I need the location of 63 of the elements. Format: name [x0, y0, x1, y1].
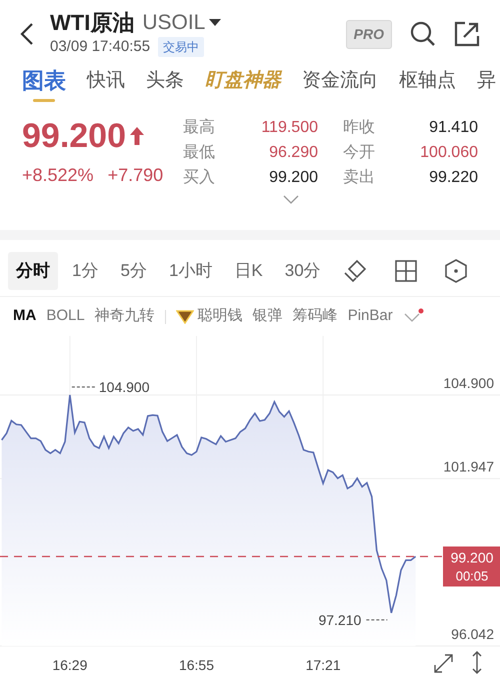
period-tab[interactable]: 1小时	[160, 252, 220, 290]
stat-label: 卖出	[342, 168, 376, 188]
tab[interactable]: 枢轴点	[399, 66, 456, 96]
axis-label: 101.947	[443, 458, 494, 475]
caret-icon	[209, 18, 222, 27]
high-price-label: 104.900	[98, 378, 150, 395]
status-badge: 交易中	[158, 37, 204, 57]
change-value: +7.790	[108, 164, 164, 187]
indicator-tab[interactable]: 聪明钱	[176, 305, 243, 328]
indicator-tab[interactable]: 银弹	[252, 305, 283, 328]
current-price-label: 99.200	[450, 550, 494, 566]
low-price-label: 97.210	[318, 612, 362, 628]
settings-icon[interactable]	[444, 259, 467, 283]
period-tab[interactable]: 分时	[8, 252, 58, 290]
symbol-dropdown[interactable]: USOIL	[142, 10, 222, 36]
last-price: 99.200	[22, 116, 126, 156]
vertical-scale-icon[interactable]	[472, 651, 482, 674]
share-icon[interactable]	[454, 21, 480, 47]
stat-value: 100.060	[419, 143, 478, 163]
indicator-tab[interactable]: PinBar	[348, 305, 393, 328]
price-tag-background	[443, 546, 500, 586]
indicator-tab[interactable]: BOLL	[46, 305, 85, 328]
stat-label: 买入	[183, 168, 216, 188]
period-tab[interactable]: 1分	[64, 252, 106, 290]
instrument-title: WTI原油	[50, 10, 134, 36]
back-icon[interactable]	[20, 22, 34, 46]
axis-label: 104.900	[443, 374, 494, 391]
diamond-icon	[176, 310, 194, 324]
period-tab[interactable]: 日K	[226, 252, 271, 290]
stat-value: 91.410	[428, 118, 478, 138]
stat-value: 96.290	[268, 143, 318, 163]
axis-label: 96.042	[451, 626, 494, 642]
tab[interactable]: 异	[477, 66, 496, 96]
search-icon[interactable]	[410, 21, 436, 47]
axis-label: 17:21	[306, 657, 341, 673]
timestamp: 03/09 17:40:55	[50, 36, 150, 57]
period-tab[interactable]: 5分	[112, 252, 155, 290]
change-percent: +8.522%	[22, 164, 94, 187]
stat-value: 119.500	[260, 118, 318, 138]
indicator-tab[interactable]: MA	[13, 305, 36, 328]
stat-label: 昨收	[342, 118, 376, 138]
countdown-label: 00:05	[456, 568, 488, 584]
stat-label: 最低	[183, 143, 216, 163]
axis-label: 16:55	[178, 657, 214, 673]
pro-badge[interactable]: PRO	[346, 20, 392, 48]
tab[interactable]: 图表	[22, 66, 66, 102]
indicator-tab[interactable]: 筹码峰	[292, 305, 338, 328]
stat-value: 99.200	[268, 168, 318, 188]
stat-label: 今开	[342, 143, 376, 163]
leader-line	[71, 386, 96, 388]
stat-label: 最高	[183, 118, 216, 138]
tab[interactable]: 资金流向	[302, 66, 378, 96]
expand-chevron-icon[interactable]	[282, 195, 298, 204]
indicator-tab[interactable]: 神奇九转	[94, 305, 155, 328]
grid-layout-icon[interactable]	[394, 260, 417, 282]
tab[interactable]: 头条	[146, 66, 184, 96]
stat-value: 99.220	[428, 168, 478, 188]
drawing-tool-icon[interactable]	[342, 259, 367, 283]
fullscreen-icon[interactable]	[434, 654, 453, 673]
tab[interactable]: 快讯	[87, 66, 125, 96]
period-tab[interactable]: 30分	[276, 252, 329, 290]
axis-label: 16:29	[52, 657, 88, 673]
leader-line	[366, 619, 388, 620]
